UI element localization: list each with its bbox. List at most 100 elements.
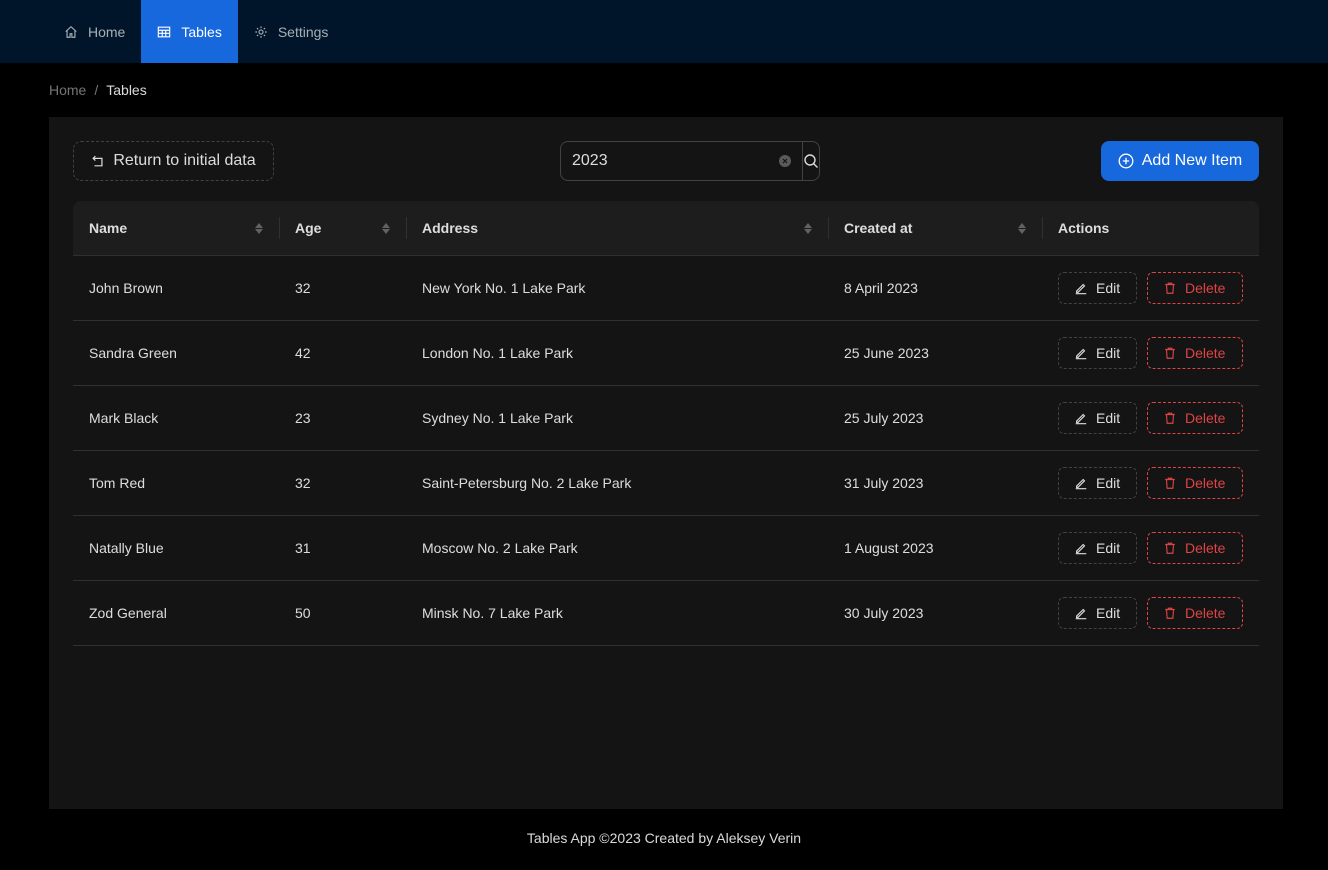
- search-button[interactable]: [802, 141, 820, 181]
- edit-button[interactable]: Edit: [1058, 467, 1137, 499]
- column-label: Actions: [1058, 220, 1110, 236]
- return-initial-data-button[interactable]: Return to initial data: [73, 141, 274, 181]
- edit-icon: [1075, 283, 1087, 295]
- table-body: John Brown 32 New York No. 1 Lake Park 8…: [73, 256, 1259, 646]
- trash-icon: [1165, 477, 1175, 489]
- sort-icon: [382, 222, 390, 234]
- column-header-age[interactable]: Age: [279, 201, 406, 255]
- breadcrumb: Home / Tables: [49, 80, 147, 100]
- table-row: Mark Black 23 Sydney No. 1 Lake Park 25 …: [73, 386, 1259, 451]
- nav-item-tables[interactable]: Tables: [141, 0, 238, 63]
- cell-created-at: 31 July 2023: [844, 475, 924, 491]
- column-header-actions: Actions: [1042, 201, 1259, 255]
- cell-name: Tom Red: [89, 475, 146, 491]
- breadcrumb-current: Tables: [106, 82, 147, 98]
- delete-label: Delete: [1185, 345, 1226, 361]
- edit-button[interactable]: Edit: [1058, 337, 1137, 369]
- cell-actions: Edit Delete: [1042, 402, 1259, 434]
- nav-item-home[interactable]: Home: [48, 0, 141, 63]
- delete-button[interactable]: Delete: [1147, 402, 1243, 434]
- table-row: Sandra Green 42 London No. 1 Lake Park 2…: [73, 321, 1259, 386]
- column-header-name[interactable]: Name: [73, 201, 279, 255]
- cell-name: Sandra Green: [89, 345, 177, 361]
- edit-button[interactable]: Edit: [1058, 402, 1137, 434]
- delete-button[interactable]: Delete: [1147, 272, 1243, 304]
- clear-icon[interactable]: [779, 155, 791, 167]
- delete-label: Delete: [1185, 280, 1226, 296]
- cell-age: 50: [295, 605, 311, 621]
- edit-icon: [1075, 543, 1087, 555]
- delete-label: Delete: [1185, 475, 1226, 491]
- add-new-item-button[interactable]: Add New Item: [1101, 141, 1259, 181]
- cell-created-at: 30 July 2023: [844, 605, 924, 621]
- cell-address: London No. 1 Lake Park: [422, 345, 573, 361]
- search-box: [560, 141, 802, 181]
- nav-item-label: Tables: [181, 23, 222, 40]
- column-header-created-at[interactable]: Created at: [828, 201, 1042, 255]
- cell-created-at: 25 July 2023: [844, 410, 924, 426]
- column-label: Created at: [844, 220, 913, 236]
- edit-button[interactable]: Edit: [1058, 532, 1137, 564]
- cell-created-at: 1 August 2023: [844, 540, 934, 556]
- trash-icon: [1165, 542, 1175, 554]
- sort-icon: [804, 222, 812, 234]
- cell-address: Moscow No. 2 Lake Park: [422, 540, 578, 556]
- footer: Tables App ©2023 Created by Aleksey Veri…: [526, 830, 802, 846]
- edit-label: Edit: [1096, 540, 1121, 556]
- cell-created-at: 8 April 2023: [844, 280, 918, 296]
- edit-button[interactable]: Edit: [1058, 272, 1137, 304]
- sort-icon: [255, 222, 263, 234]
- edit-label: Edit: [1096, 605, 1121, 621]
- cell-actions: Edit Delete: [1042, 532, 1259, 564]
- cell-actions: Edit Delete: [1042, 272, 1259, 304]
- cell-created-at: 25 June 2023: [844, 345, 929, 361]
- cell-name: Natally Blue: [89, 540, 164, 556]
- cell-actions: Edit Delete: [1042, 337, 1259, 369]
- delete-button[interactable]: Delete: [1147, 597, 1243, 629]
- search-group: [560, 141, 820, 181]
- cell-address: Minsk No. 7 Lake Park: [422, 605, 563, 621]
- home-icon: [65, 25, 77, 38]
- nav-item-settings[interactable]: Settings: [238, 0, 345, 63]
- delete-button[interactable]: Delete: [1147, 532, 1243, 564]
- cell-age: 31: [295, 540, 311, 556]
- return-label: Return to initial data: [113, 152, 256, 169]
- edit-label: Edit: [1096, 280, 1121, 296]
- cell-name: Zod General: [89, 605, 167, 621]
- table-row: Natally Blue 31 Moscow No. 2 Lake Park 1…: [73, 516, 1259, 581]
- column-label: Name: [89, 220, 128, 236]
- edit-button[interactable]: Edit: [1058, 597, 1137, 629]
- data-table: Name Age Address Created at Actions John…: [73, 201, 1259, 646]
- table-header: Name Age Address Created at Actions: [73, 201, 1259, 256]
- edit-label: Edit: [1096, 345, 1121, 361]
- column-header-address[interactable]: Address: [406, 201, 828, 255]
- delete-label: Delete: [1185, 540, 1226, 556]
- cell-address: Sydney No. 1 Lake Park: [422, 410, 573, 426]
- table-row: Tom Red 32 Saint-Petersburg No. 2 Lake P…: [73, 451, 1259, 516]
- delete-label: Delete: [1185, 410, 1226, 426]
- rollback-icon: [92, 155, 103, 167]
- column-label: Address: [422, 220, 479, 236]
- breadcrumb-home[interactable]: Home: [49, 80, 86, 100]
- trash-icon: [1165, 412, 1175, 424]
- search-icon: [804, 154, 818, 168]
- add-label: Add New Item: [1141, 152, 1243, 169]
- cell-age: 32: [295, 280, 311, 296]
- cell-name: John Brown: [89, 280, 163, 296]
- table-row: John Brown 32 New York No. 1 Lake Park 8…: [73, 256, 1259, 321]
- table-icon: [158, 26, 171, 37]
- sort-icon: [1018, 222, 1026, 234]
- edit-label: Edit: [1096, 410, 1121, 426]
- cell-actions: Edit Delete: [1042, 597, 1259, 629]
- nav-item-label: Settings: [277, 23, 329, 40]
- delete-button[interactable]: Delete: [1147, 337, 1243, 369]
- delete-button[interactable]: Delete: [1147, 467, 1243, 499]
- plus-circle-icon: [1118, 153, 1134, 169]
- breadcrumb-separator: /: [94, 82, 99, 98]
- search-input[interactable]: [572, 152, 779, 170]
- edit-icon: [1075, 608, 1087, 620]
- cell-name: Mark Black: [89, 410, 159, 426]
- trash-icon: [1165, 347, 1175, 359]
- cell-address: New York No. 1 Lake Park: [422, 280, 586, 296]
- edit-icon: [1075, 413, 1087, 425]
